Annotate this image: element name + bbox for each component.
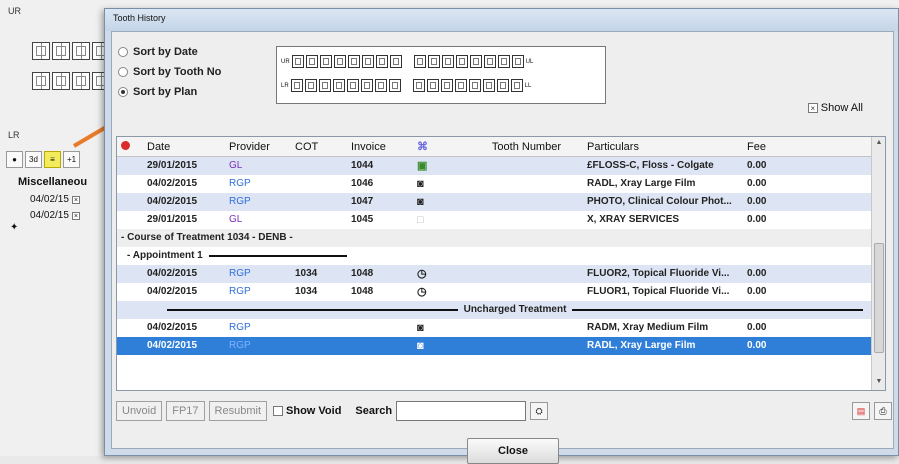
bg-button-1[interactable]: ● xyxy=(6,151,23,168)
sort-by-plan-radio[interactable]: Sort by Plan xyxy=(118,82,221,102)
appointment-group-row[interactable]: - Appointment 1 xyxy=(117,247,885,265)
check-icon: × xyxy=(71,195,80,204)
column-fee[interactable]: Fee xyxy=(743,137,807,157)
scrollbar-thumb[interactable] xyxy=(874,243,884,353)
blank-icon: □ xyxy=(417,213,424,226)
table-header: Date Provider COT Invoice ⌘ Tooth Number… xyxy=(117,137,885,157)
timer-icon: ◷ xyxy=(417,286,427,298)
timer-icon: ◷ xyxy=(413,264,447,283)
table-row[interactable]: 29/01/2015 GL 1044 ▣ £FLOSS-C, Floss - C… xyxy=(117,156,885,175)
table-row-selected[interactable]: 04/02/2015 RGP ◙ RADL, Xray Large Film 0… xyxy=(117,336,885,355)
radio-icon xyxy=(118,47,128,57)
sort-by-tooth-radio[interactable]: Sort by Tooth No xyxy=(118,62,221,82)
pdf-icon[interactable]: ▤ xyxy=(852,402,870,420)
search-button-icon[interactable]: ⛭ xyxy=(530,402,549,420)
radio-selected-icon xyxy=(118,87,128,97)
tooth-chart-lower[interactable] xyxy=(32,72,112,90)
camera-icon: ◙ xyxy=(417,177,424,190)
close-button[interactable]: Close xyxy=(467,438,559,464)
void-column-icon[interactable] xyxy=(117,137,143,157)
bg-button-2[interactable]: 3d xyxy=(25,151,42,168)
ur-label: UR xyxy=(8,6,21,16)
course-group-row[interactable]: - Course of Treatment 1034 - DENB - xyxy=(117,228,885,247)
column-status-icon[interactable]: ⌘ xyxy=(413,137,447,157)
column-date[interactable]: Date xyxy=(143,137,225,157)
camera-icon: ◙ xyxy=(413,336,447,355)
unvoid-button[interactable]: Unvoid xyxy=(116,401,163,421)
tooth-chart-upper[interactable] xyxy=(32,42,112,60)
sort-options: Sort by Date Sort by Tooth No Sort by Pl… xyxy=(118,42,221,102)
bottom-toolbar: Unvoid FP17 Resubmit Show Void Search ⛭ … xyxy=(116,400,892,422)
scroll-up-icon[interactable]: ▲ xyxy=(874,139,884,149)
table-scrollbar[interactable]: ▲ ▼ xyxy=(871,137,885,390)
product-icon: ▣ xyxy=(413,156,447,175)
column-particulars[interactable]: Particulars xyxy=(565,137,743,157)
table-row[interactable]: 04/02/2015 RGP 1046 ◙ RADL, Xray Large F… xyxy=(117,175,885,193)
miscellaneous-heading: Miscellaneou xyxy=(18,176,88,188)
column-invoice[interactable]: Invoice xyxy=(347,137,413,157)
checkbox-checked-icon: × xyxy=(807,103,818,113)
table-row[interactable]: 04/02/2015 RGP 1034 1048 ◷ FLUOR1, Topic… xyxy=(117,283,885,301)
column-cot[interactable]: COT xyxy=(291,137,347,157)
history-table[interactable]: Date Provider COT Invoice ⌘ Tooth Number… xyxy=(116,136,886,391)
dialog-body: Sort by Date Sort by Tooth No Sort by Pl… xyxy=(111,31,894,464)
resubmit-button[interactable]: Resubmit xyxy=(208,401,268,421)
scroll-down-icon[interactable]: ▼ xyxy=(874,378,884,388)
bg-button-3[interactable]: ≡ xyxy=(44,151,61,168)
lower-teeth-row: LR LL xyxy=(281,79,531,92)
tooth-history-dialog: Tooth History Sort by Date Sort by Tooth… xyxy=(104,8,899,464)
uncharged-treatment-row[interactable]: Uncharged Treatment xyxy=(117,300,885,319)
tooth-chart[interactable]: UR UL LR LL xyxy=(276,46,606,104)
checkbox-icon xyxy=(273,406,284,416)
print-icon[interactable]: ⎙ xyxy=(874,402,892,420)
bg-list-item[interactable]: 04/02/15 × xyxy=(30,210,80,221)
lr-label: LR xyxy=(8,130,20,140)
bg-button-4[interactable]: +1 xyxy=(63,151,80,168)
table-row[interactable]: 04/02/2015 RGP ◙ RADM, Xray Medium Film … xyxy=(117,319,885,337)
dialog-title: Tooth History xyxy=(105,9,898,31)
camera-icon: ◙ xyxy=(417,321,424,334)
upper-teeth-row: UR UL xyxy=(281,55,533,68)
show-void-checkbox[interactable]: Show Void xyxy=(273,405,341,417)
bg-list-item[interactable]: 04/02/15 × xyxy=(30,194,80,205)
search-input[interactable] xyxy=(396,401,527,421)
table-row[interactable]: 04/02/2015 RGP 1047 ◙ PHOTO, Clinical Co… xyxy=(117,192,885,211)
check-icon: × xyxy=(71,211,80,220)
column-tooth-number[interactable]: Tooth Number xyxy=(447,137,565,157)
pointer-icon: ✦ xyxy=(10,222,19,233)
column-provider[interactable]: Provider xyxy=(225,137,291,157)
table-row[interactable]: 29/01/2015 GL 1045 □ X, XRAY SERVICES 0.… xyxy=(117,211,885,229)
camera-icon: ◙ xyxy=(413,192,447,211)
sort-by-date-radio[interactable]: Sort by Date xyxy=(118,42,221,62)
background-toolbar: ● 3d ≡ +1 xyxy=(6,151,80,168)
search-label: Search xyxy=(355,405,393,417)
show-all-checkbox[interactable]: × Show All xyxy=(807,102,863,114)
radio-icon xyxy=(118,67,128,77)
table-row[interactable]: 04/02/2015 RGP 1034 1048 ◷ FLUOR2, Topic… xyxy=(117,264,885,283)
fp17-button[interactable]: FP17 xyxy=(166,401,205,421)
